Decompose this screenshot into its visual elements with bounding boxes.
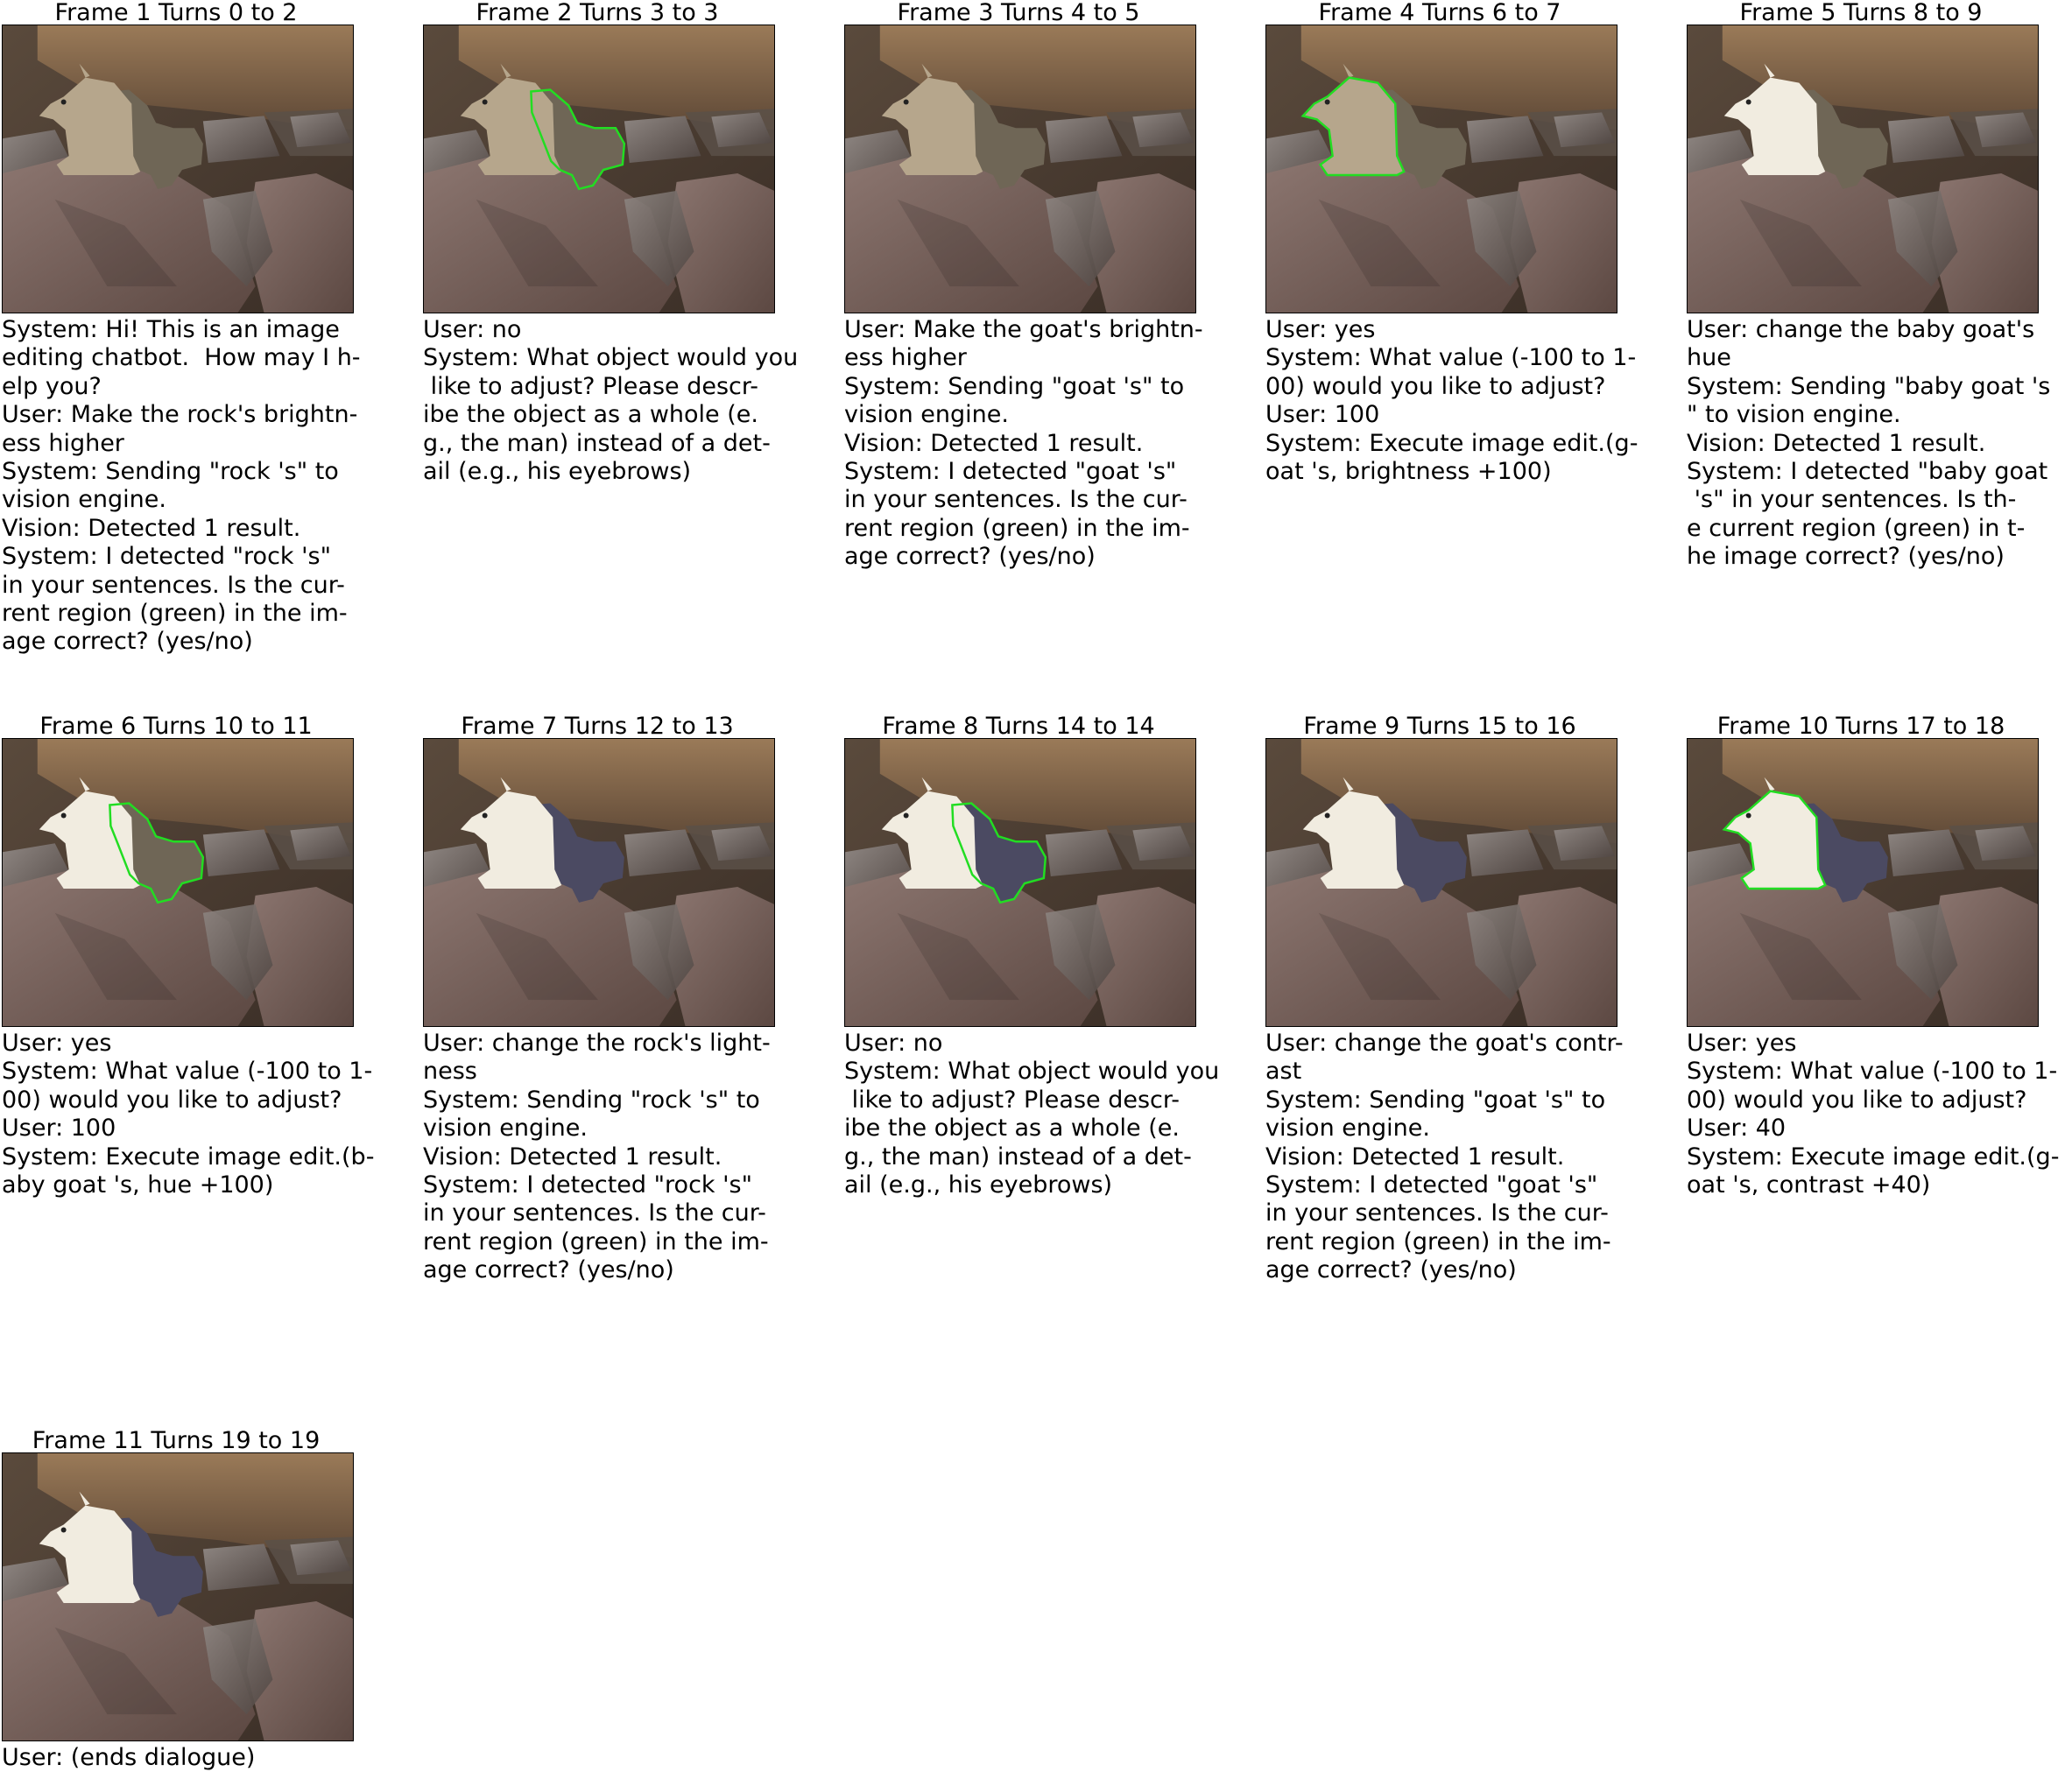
frame-title: Frame 9 Turns 15 to 16	[1303, 713, 1576, 740]
frame-image	[2, 738, 354, 1027]
dialogue-text: User: Make the goat's brightn- ess highe…	[844, 316, 1203, 571]
dialogue-text: User: change the baby goat's hue System:…	[1687, 316, 2051, 571]
frame-image	[423, 738, 775, 1027]
frame-image	[844, 25, 1196, 313]
dialogue-text: User: yes System: What value (-100 to 1-…	[2, 1030, 375, 1199]
frame-title: Frame 3 Turns 4 to 5	[897, 0, 1140, 26]
dialogue-text: User: change the rock's light- ness Syst…	[423, 1030, 771, 1284]
dialogue-text: User: no System: What object would you l…	[423, 316, 799, 486]
frame-image	[2, 25, 354, 313]
frame-title: Frame 4 Turns 6 to 7	[1318, 0, 1561, 26]
dialogue-text: User: no System: What object would you l…	[844, 1030, 1220, 1199]
frame-image	[1265, 25, 1617, 313]
frame-image	[844, 738, 1196, 1027]
frame-title: Frame 7 Turns 12 to 13	[461, 713, 734, 740]
frame-image	[1265, 738, 1617, 1027]
frame-image	[1687, 25, 2039, 313]
frame-title: Frame 10 Turns 17 to 18	[1716, 713, 2005, 740]
frame-title: Frame 8 Turns 14 to 14	[882, 713, 1155, 740]
dialogue-text: User: yes System: What value (-100 to 1-…	[1687, 1030, 2060, 1199]
dialogue-text: User: change the goat's contr- ast Syste…	[1265, 1030, 1624, 1284]
frame-title: Frame 5 Turns 8 to 9	[1739, 0, 1983, 26]
dialogue-text: User: yes System: What value (-100 to 1-…	[1265, 316, 1639, 486]
frame-title: Frame 1 Turns 0 to 2	[54, 0, 298, 26]
frame-title: Frame 6 Turns 10 to 11	[39, 713, 313, 740]
frame-image	[1687, 738, 2039, 1027]
dialogue-text: System: Hi! This is an image editing cha…	[2, 316, 361, 656]
frame-image	[2, 1452, 354, 1741]
frame-title: Frame 2 Turns 3 to 3	[476, 0, 719, 26]
frame-image	[423, 25, 775, 313]
dialogue-text: User: (ends dialogue)	[2, 1744, 256, 1771]
frame-title: Frame 11 Turns 19 to 19	[32, 1427, 321, 1454]
